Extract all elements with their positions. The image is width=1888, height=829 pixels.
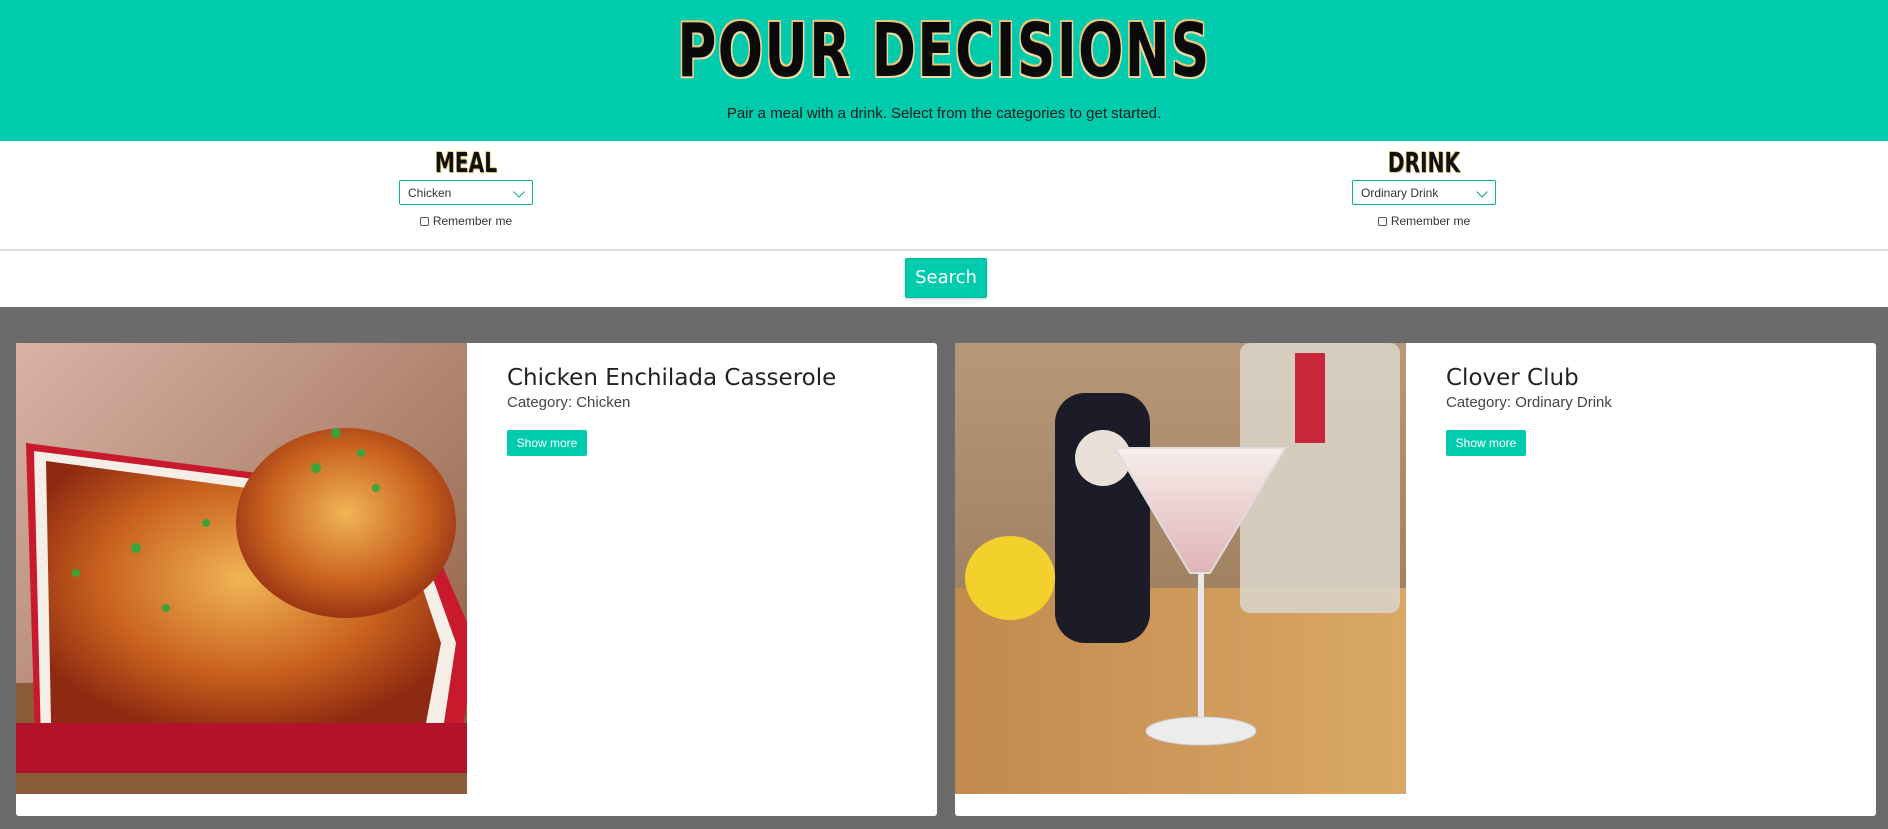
meal-select-value: Chicken xyxy=(408,186,452,200)
meal-image xyxy=(16,343,467,794)
meal-show-more-button[interactable]: Show more xyxy=(507,430,587,456)
drink-image xyxy=(955,343,1406,794)
drink-remember-label: Remember me xyxy=(1390,214,1471,228)
drink-remember: Remember me xyxy=(1349,214,1499,228)
site-title: POUR DECISIONS xyxy=(677,8,1211,94)
meal-heading: MEAL xyxy=(434,146,498,179)
drink-selector-group: DRINK Ordinary Drink Remember me xyxy=(1349,141,1499,228)
drink-title: Clover Club xyxy=(1446,365,1579,391)
meal-remember-label: Remember me xyxy=(432,214,513,228)
meal-result-card: Chicken Enchilada Casserole Category: Ch… xyxy=(16,343,937,816)
header-banner: POUR DECISIONS Pair a meal with a drink.… xyxy=(0,0,1888,141)
meal-category-select[interactable]: Chicken xyxy=(399,180,533,205)
meal-category: Category: Chicken xyxy=(507,394,631,411)
search-button[interactable]: Search xyxy=(905,258,987,298)
drink-category-select[interactable]: Ordinary Drink xyxy=(1352,180,1496,205)
drink-select-value: Ordinary Drink xyxy=(1361,186,1439,200)
meal-remember: Remember me xyxy=(395,214,537,228)
site-subtitle: Pair a meal with a drink. Select from th… xyxy=(726,105,1162,122)
drink-show-more-button[interactable]: Show more xyxy=(1446,430,1526,456)
chevron-down-icon xyxy=(513,186,525,198)
meal-remember-checkbox[interactable] xyxy=(419,216,429,226)
drink-remember-checkbox[interactable] xyxy=(1377,216,1387,226)
drink-result-card: Clover Club Category: Ordinary Drink Sho… xyxy=(955,343,1876,816)
category-selectors: MEAL Chicken Remember me DRINK Ordinary … xyxy=(0,141,1888,251)
chevron-down-icon xyxy=(1476,186,1488,198)
drink-category: Category: Ordinary Drink xyxy=(1446,394,1612,411)
meal-title: Chicken Enchilada Casserole xyxy=(507,365,837,391)
search-bar: Search xyxy=(0,251,1888,307)
meal-selector-group: MEAL Chicken Remember me xyxy=(395,141,537,228)
drink-heading: DRINK xyxy=(1387,146,1461,179)
